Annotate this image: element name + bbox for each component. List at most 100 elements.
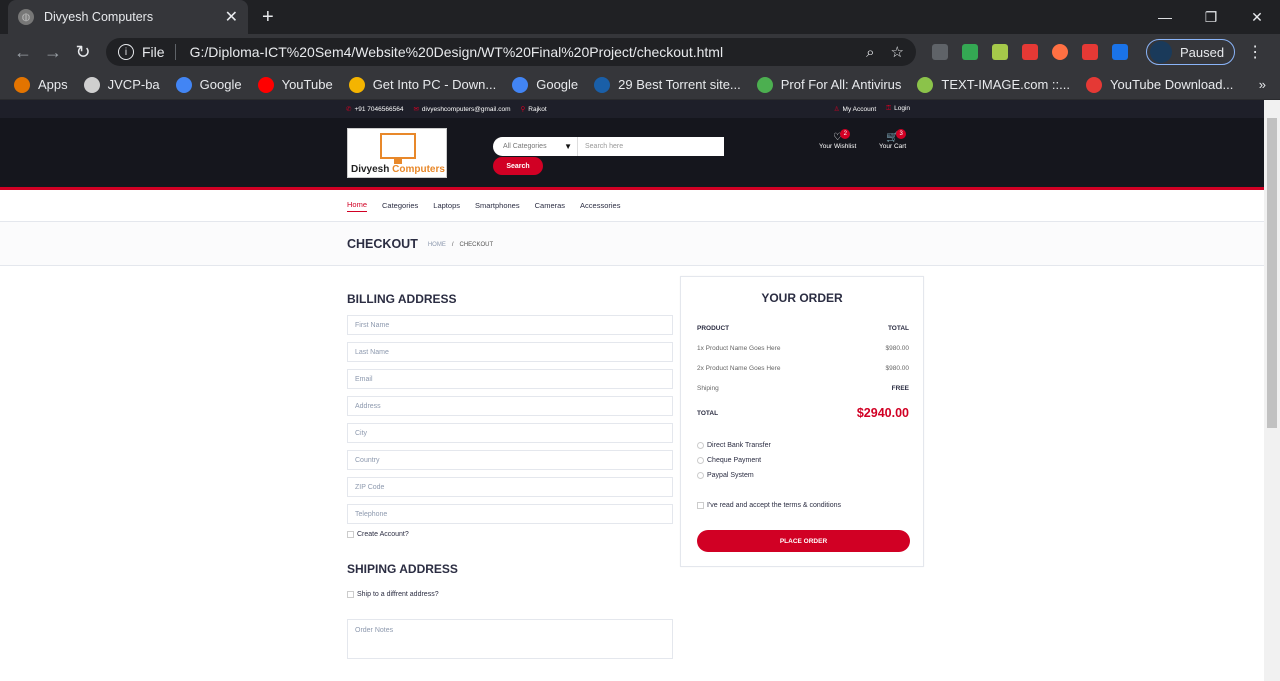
window-controls: — ❐ ✕ — [1142, 0, 1280, 34]
payment-radio[interactable] — [697, 457, 704, 464]
telephone-input[interactable]: Telephone — [347, 504, 673, 524]
browser-tab-strip: ◍ Divyesh Computers ✕ + — ❐ ✕ — [0, 0, 1280, 34]
terms-row[interactable]: I've read and accept the terms & conditi… — [697, 502, 841, 509]
back-icon[interactable]: ← — [8, 42, 38, 63]
total-row: TOTAL $2940.00 — [697, 406, 909, 420]
order-notes-textarea[interactable]: Order Notes — [347, 619, 673, 659]
input-placeholder: Last Name — [355, 348, 389, 356]
extension-fox-icon[interactable] — [1052, 44, 1068, 60]
category-select[interactable]: All Categories ▼ — [493, 137, 577, 156]
bookmark-item[interactable]: Get Into PC - Down... — [348, 76, 496, 93]
item-price: $980.00 — [885, 345, 910, 352]
close-tab-icon[interactable]: ✕ — [225, 7, 238, 27]
shipping-value: FREE — [891, 385, 909, 392]
extension-globe-icon[interactable] — [992, 44, 1008, 60]
payment-label: Paypal System — [707, 472, 754, 479]
extension-vpn-icon[interactable] — [1112, 44, 1128, 60]
menu-icon[interactable]: ⋮ — [1247, 42, 1263, 62]
restore-icon[interactable]: ❐ — [1188, 0, 1234, 34]
billing-title: BILLING ADDRESS — [347, 292, 457, 306]
url-text[interactable]: G:/Diploma-ICT%20Sem4/Website%20Design/W… — [190, 44, 851, 60]
bookmark-item[interactable]: Google — [175, 76, 242, 93]
star-icon[interactable]: ☆ — [891, 43, 904, 61]
bookmark-item[interactable]: YouTube Download... — [1086, 76, 1233, 93]
ship-different-row[interactable]: Ship to a diffrent address? — [347, 591, 673, 598]
payment-radio[interactable] — [697, 442, 704, 449]
phone-link[interactable]: ✆ +91 7046566564 — [346, 105, 403, 113]
wishlist-label: Your Wishlist — [819, 143, 857, 150]
zoom-icon[interactable]: ⌕ — [866, 44, 874, 61]
login-link[interactable]: ⚿ Login — [886, 105, 910, 113]
search-input[interactable]: Search here — [577, 137, 724, 156]
extension-adblock-icon[interactable] — [962, 44, 978, 60]
my-account-link[interactable]: ♙ My Account — [834, 105, 876, 113]
payment-option[interactable]: Direct Bank Transfer — [697, 442, 771, 449]
terms-checkbox[interactable] — [697, 502, 704, 509]
bookmark-label: TEXT-IMAGE.com ::... — [941, 77, 1070, 92]
email-input[interactable]: Email — [347, 369, 673, 389]
payment-radio[interactable] — [697, 472, 704, 479]
input-placeholder: First Name — [355, 321, 390, 329]
bookmark-item[interactable]: Google — [512, 76, 578, 93]
create-account-checkbox[interactable] — [347, 531, 354, 538]
bookmark-item[interactable]: 29 Best Torrent site... — [594, 76, 741, 93]
payment-option[interactable]: Paypal System — [697, 472, 754, 479]
order-summary: YOUR ORDER PRODUCT TOTAL 1x Product Name… — [680, 276, 924, 567]
extension-shield-icon[interactable] — [932, 44, 948, 60]
phone-text: +91 7046566564 — [354, 106, 404, 113]
city-input[interactable]: City — [347, 423, 673, 443]
more-bookmarks-icon[interactable]: » — [1259, 77, 1266, 92]
site-logo[interactable]: Divyesh Computers — [347, 128, 447, 178]
address-input[interactable]: Address — [347, 396, 673, 416]
info-icon[interactable]: i — [118, 44, 134, 60]
search-placeholder: Search here — [585, 143, 624, 150]
last-name-input[interactable]: Last Name — [347, 342, 673, 362]
browser-tab[interactable]: ◍ Divyesh Computers ✕ — [8, 0, 248, 34]
extension-rocket-icon[interactable] — [1082, 44, 1098, 60]
bookmark-item[interactable]: JVCP-ba — [83, 76, 160, 93]
new-tab-button[interactable]: + — [262, 6, 274, 29]
browser-toolbar: ← → ↻ i File G:/Diploma-ICT%20Sem4/Websi… — [0, 34, 1280, 70]
email-link[interactable]: ✉ divyeshcomputers@gmail.com — [413, 105, 510, 113]
bookmark-item[interactable]: YouTube — [257, 76, 333, 93]
account-text: My Account — [842, 106, 877, 113]
reload-icon[interactable]: ↻ — [68, 42, 98, 63]
scrollbar[interactable] — [1264, 100, 1280, 681]
category-select-value: All Categories — [503, 143, 547, 150]
minimize-icon[interactable]: — — [1142, 0, 1188, 34]
first-name-input[interactable]: First Name — [347, 315, 673, 335]
zip-code-input[interactable]: ZIP Code — [347, 477, 673, 497]
address-bar[interactable]: i File G:/Diploma-ICT%20Sem4/Website%20D… — [106, 38, 916, 66]
forward-icon[interactable]: → — [38, 42, 68, 63]
bookmark-item[interactable]: Prof For All: Antivirus — [756, 76, 901, 93]
input-placeholder: Telephone — [355, 510, 388, 518]
create-account-row[interactable]: Create Account? — [347, 531, 673, 538]
tab-title: Divyesh Computers — [44, 10, 154, 24]
item-price: $980.00 — [885, 365, 910, 372]
search-button[interactable]: Search — [493, 157, 543, 175]
country-input[interactable]: Country — [347, 450, 673, 470]
avatar — [1150, 41, 1172, 63]
cart-link[interactable]: 🛒 Your Cart 3 — [879, 129, 907, 150]
wishlist-link[interactable]: ♡ Your Wishlist 2 — [819, 129, 857, 150]
bookmark-label: Google — [199, 77, 242, 92]
bookmark-label: JVCP-ba — [107, 77, 160, 92]
bookmark-item[interactable]: TEXT-IMAGE.com ::... — [917, 76, 1070, 93]
extension-pocket-icon[interactable] — [1022, 44, 1038, 60]
shipping-title: SHIPING ADDRESS — [347, 562, 458, 576]
col-product: PRODUCT — [697, 325, 730, 332]
shipping-label: Shiping — [697, 385, 719, 392]
profile-button[interactable]: Paused — [1146, 39, 1236, 65]
youtube-icon — [257, 76, 274, 93]
bookmark-item[interactable]: Apps — [14, 76, 68, 93]
globe-icon — [83, 76, 100, 93]
place-order-button[interactable]: PLACE ORDER — [697, 530, 910, 552]
location-link[interactable]: ⚲ Rajkot — [521, 105, 547, 113]
payment-option[interactable]: Cheque Payment — [697, 457, 761, 464]
payment-label: Direct Bank Transfer — [707, 442, 771, 449]
phone-icon: ✆ — [346, 106, 352, 113]
scrollbar-thumb[interactable] — [1267, 118, 1277, 428]
profile-status: Paused — [1180, 44, 1225, 60]
ship-different-checkbox[interactable] — [347, 591, 354, 598]
window-close-icon[interactable]: ✕ — [1234, 0, 1280, 34]
